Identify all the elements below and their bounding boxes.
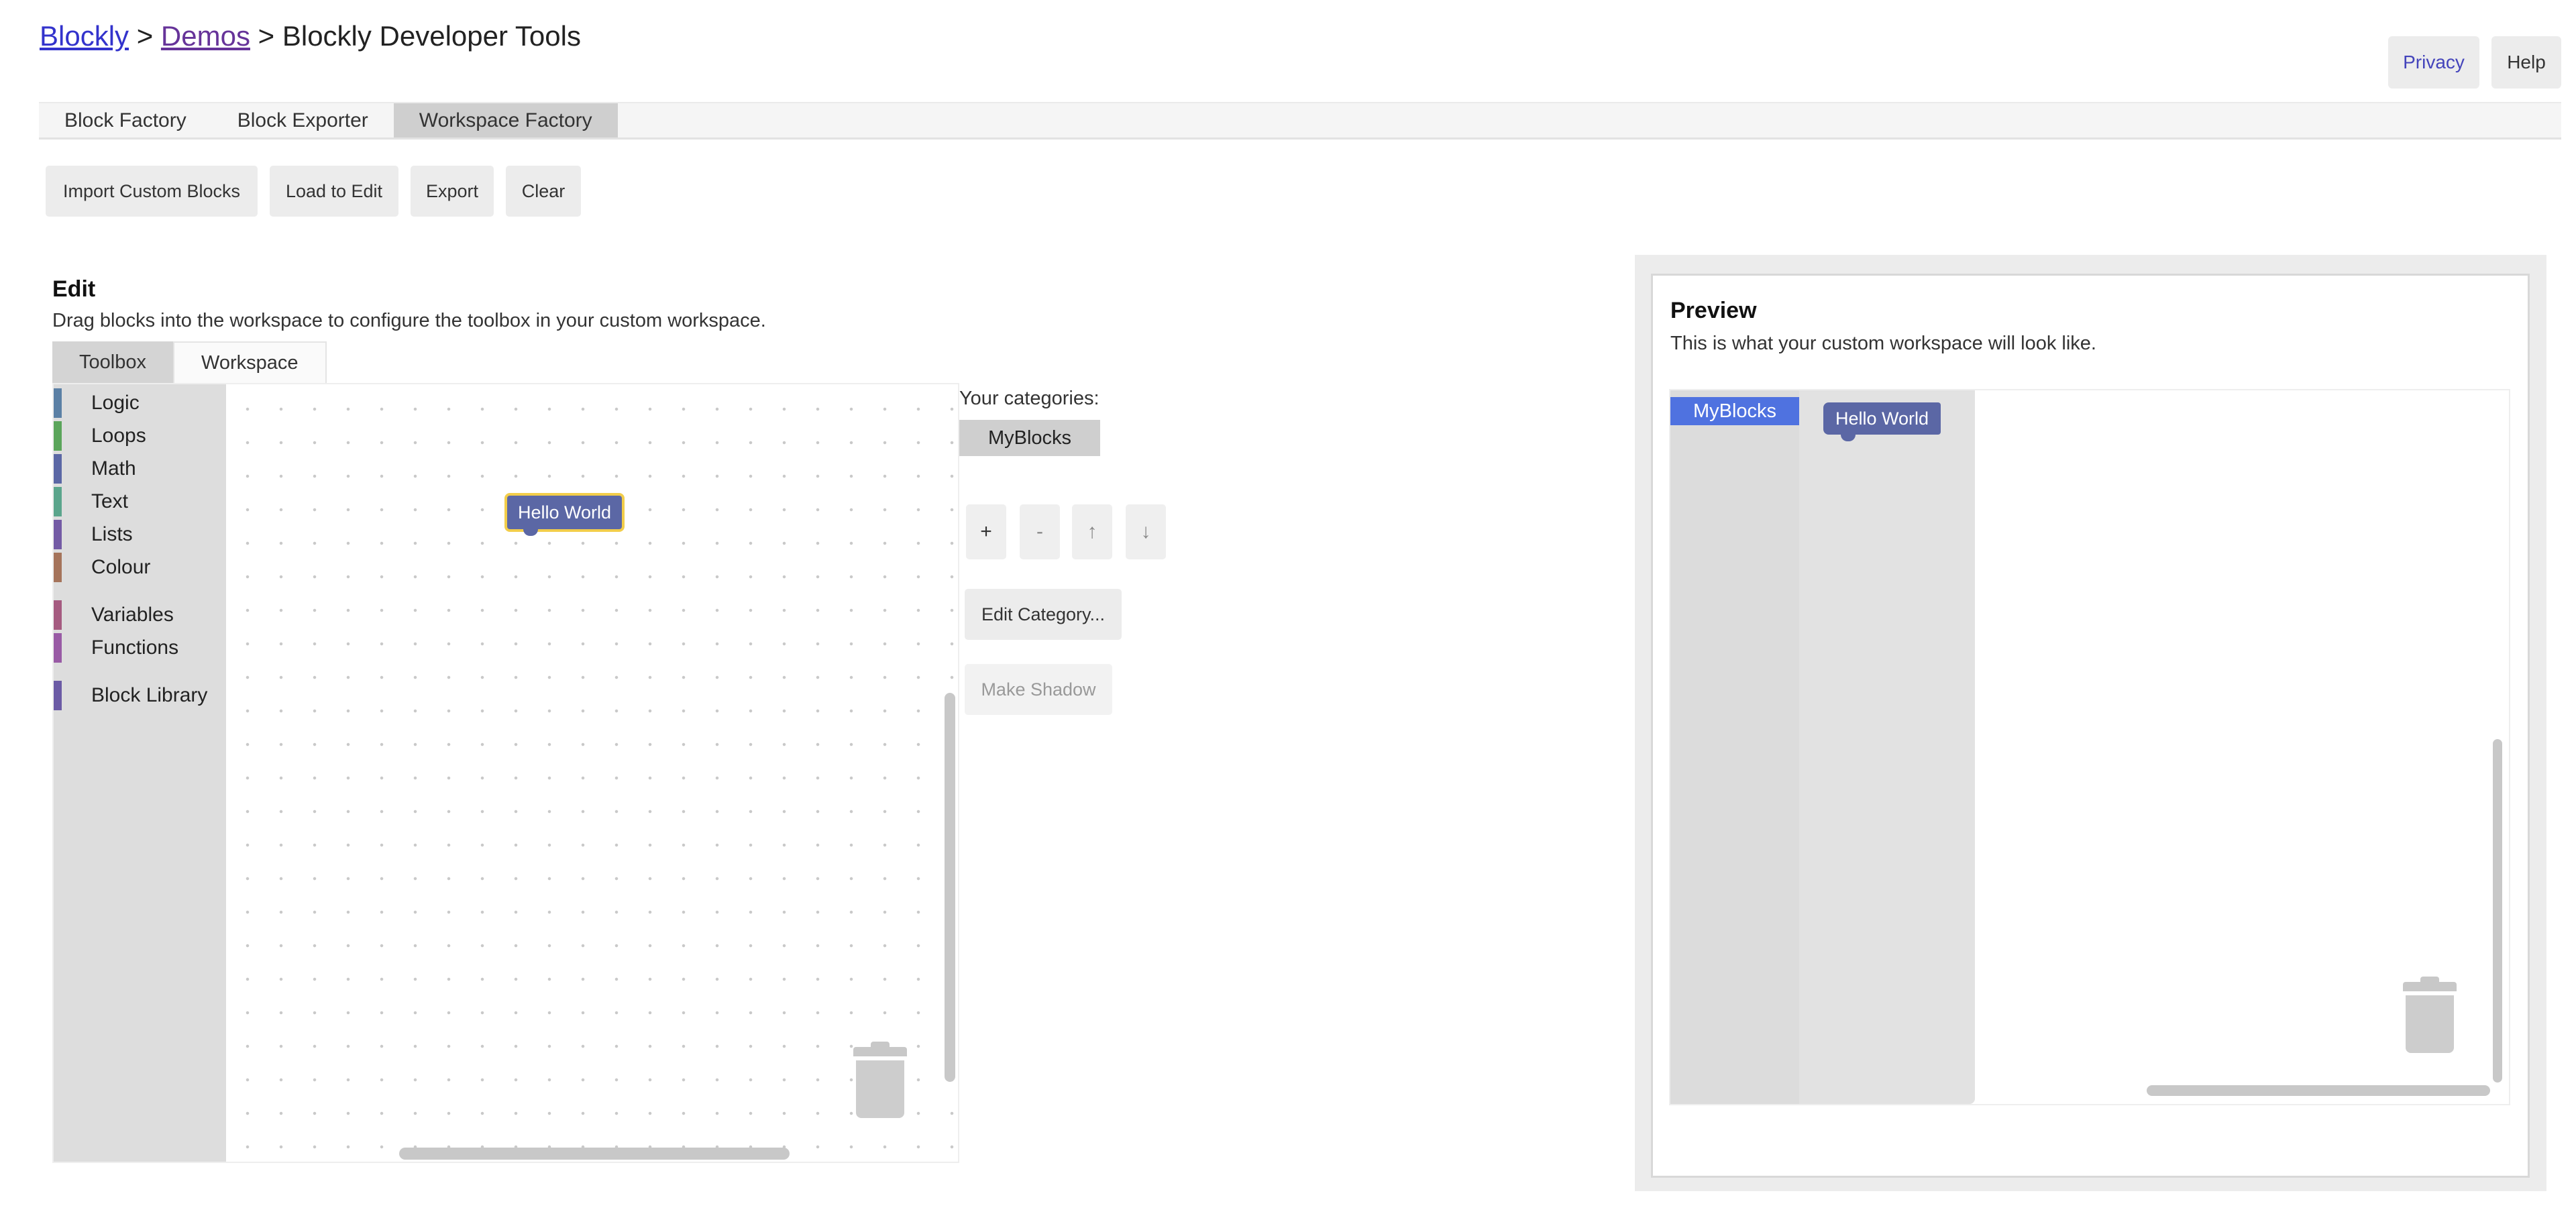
category-label: Loops	[91, 425, 146, 447]
category-label: Text	[91, 490, 129, 512]
load-to-edit-button[interactable]: Load to Edit	[270, 166, 398, 217]
privacy-button[interactable]: Privacy	[2388, 36, 2479, 89]
category-color-swatch	[54, 388, 62, 418]
category-label: Colour	[91, 556, 151, 578]
preview-vertical-scrollbar[interactable]	[2493, 739, 2502, 1083]
breadcrumb-blockly-link[interactable]: Blockly	[40, 20, 129, 52]
preview-workspace[interactable]: MyBlocks Hello World	[1669, 389, 2510, 1105]
preview-hello-world-block[interactable]: Hello World	[1823, 402, 1941, 441]
toolbox-category-math[interactable]: Math	[54, 454, 136, 484]
category-tab-myblocks[interactable]: MyBlocks	[959, 420, 1100, 456]
preview-category-myblocks[interactable]: MyBlocks	[1670, 397, 1799, 425]
horizontal-scrollbar[interactable]	[399, 1148, 790, 1160]
category-color-swatch	[54, 553, 62, 582]
toolbox-category-lists[interactable]: Lists	[54, 520, 133, 549]
main-tab-bar: Block Factory Block Exporter Workspace F…	[39, 102, 2561, 140]
remove-category-button[interactable]: -	[1020, 504, 1060, 559]
toolbox-category-text[interactable]: Text	[54, 487, 128, 516]
toolbox-category-logic[interactable]: Logic	[54, 388, 140, 418]
move-up-button[interactable]: ↑	[1072, 504, 1112, 559]
page-title: Blockly Developer Tools	[282, 20, 581, 52]
tab-workspace[interactable]: Workspace	[172, 341, 327, 383]
edit-toolbox: Logic Loops Math Text Lists Colour Varia…	[54, 384, 226, 1162]
breadcrumb-separator: >	[136, 20, 154, 52]
category-label: Lists	[91, 523, 133, 545]
category-label: Block Library	[91, 684, 208, 706]
breadcrumb-demos-link[interactable]: Demos	[161, 20, 250, 52]
toolbox-category-loops[interactable]: Loops	[54, 421, 146, 451]
toolbox-category-block-library[interactable]: Block Library	[54, 681, 207, 710]
edit-heading: Edit	[52, 276, 96, 302]
add-category-button[interactable]: +	[966, 504, 1006, 559]
import-custom-blocks-button[interactable]: Import Custom Blocks	[46, 166, 258, 217]
category-label: Functions	[91, 636, 179, 659]
help-button[interactable]: Help	[2491, 36, 2561, 89]
edit-category-button[interactable]: Edit Category...	[965, 589, 1122, 640]
edit-description: Drag blocks into the workspace to config…	[52, 310, 766, 331]
move-down-button[interactable]: ↓	[1126, 504, 1166, 559]
breadcrumb: Blockly > Demos > Blockly Developer Tool…	[40, 20, 581, 52]
category-color-swatch	[54, 454, 62, 484]
toolbox-category-variables[interactable]: Variables	[54, 600, 174, 630]
preview-horizontal-scrollbar[interactable]	[2147, 1085, 2490, 1096]
edit-workspace[interactable]: Logic Loops Math Text Lists Colour Varia…	[52, 383, 959, 1163]
tab-workspace-factory[interactable]: Workspace Factory	[393, 103, 618, 137]
tab-block-exporter[interactable]: Block Exporter	[212, 103, 394, 137]
edit-subtabs: Toolbox Workspace	[52, 341, 327, 383]
hello-world-block[interactable]: Hello World	[507, 496, 623, 536]
category-label: Logic	[91, 392, 140, 414]
preview-flyout	[1799, 390, 1975, 1104]
category-label: Variables	[91, 604, 174, 626]
breadcrumb-separator: >	[258, 20, 275, 52]
preview-toolbox	[1670, 390, 1799, 1104]
export-button[interactable]: Export	[411, 166, 494, 217]
preview-description: This is what your custom workspace will …	[1670, 333, 2096, 354]
category-color-swatch	[54, 600, 62, 630]
categories-heading: Your categories:	[959, 388, 1099, 409]
category-color-swatch	[54, 487, 62, 516]
tab-toolbox[interactable]: Toolbox	[52, 341, 173, 383]
category-color-swatch	[54, 520, 62, 549]
clear-button[interactable]: Clear	[506, 166, 581, 217]
category-color-swatch	[54, 633, 62, 663]
vertical-scrollbar[interactable]	[945, 693, 955, 1082]
category-color-swatch	[54, 681, 62, 710]
make-shadow-button[interactable]: Make Shadow	[965, 664, 1112, 715]
category-label: Math	[91, 457, 136, 480]
preview-heading: Preview	[1670, 298, 1757, 323]
toolbox-category-functions[interactable]: Functions	[54, 633, 178, 663]
tab-block-factory[interactable]: Block Factory	[39, 103, 212, 137]
toolbox-category-colour[interactable]: Colour	[54, 553, 150, 582]
trash-icon[interactable]	[2403, 977, 2457, 1056]
category-color-swatch	[54, 421, 62, 451]
trash-icon[interactable]	[853, 1042, 907, 1121]
